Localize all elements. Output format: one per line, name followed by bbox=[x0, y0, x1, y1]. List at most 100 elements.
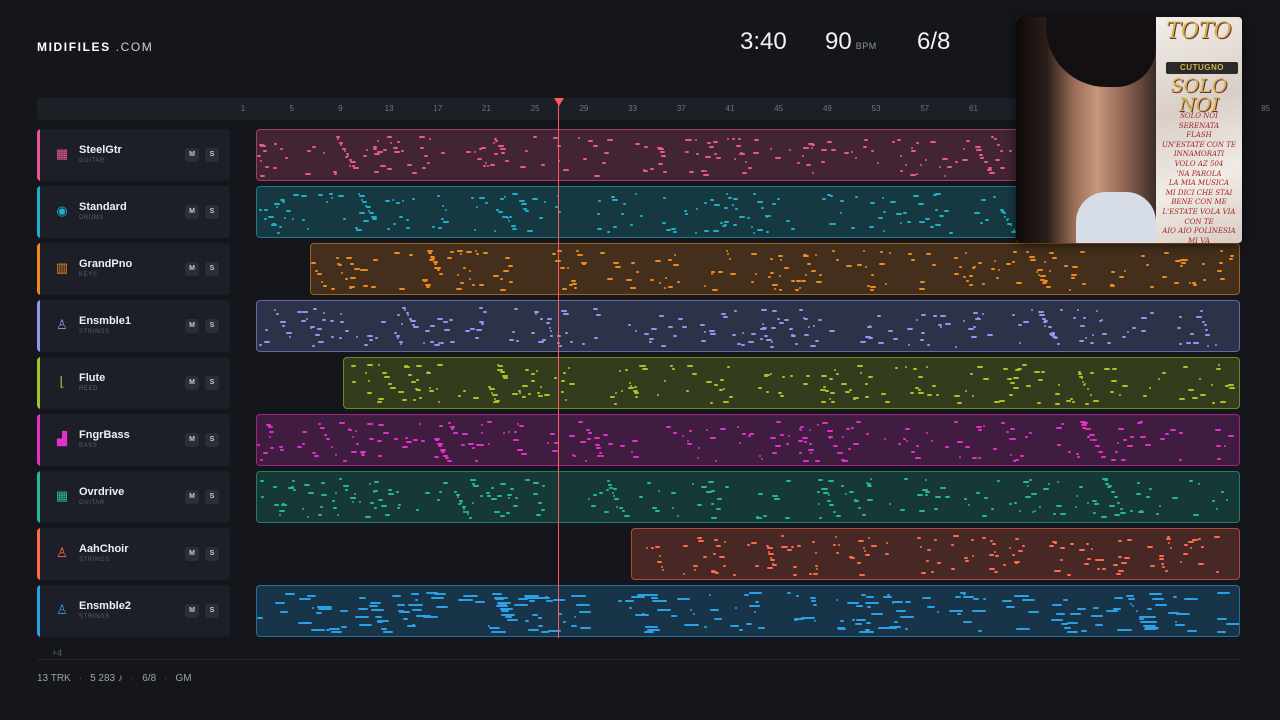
midi-note bbox=[332, 500, 335, 502]
midi-note bbox=[331, 288, 335, 290]
track-header-standard[interactable]: ◉ Standard DRUMS M S bbox=[37, 186, 230, 238]
track-header-ovrdrive[interactable]: ▦ Ovrdrive GUITAR M S bbox=[37, 471, 230, 523]
mute-button[interactable]: M bbox=[185, 319, 199, 333]
midi-note bbox=[574, 616, 576, 618]
midi-note bbox=[1183, 259, 1188, 261]
midi-note bbox=[335, 492, 337, 494]
mute-button[interactable]: M bbox=[185, 490, 199, 504]
midi-note bbox=[815, 254, 817, 256]
track-header-grandpno[interactable]: ▥ GrandPno KEYS M S bbox=[37, 243, 230, 295]
midi-note bbox=[1102, 478, 1108, 480]
cover-song-title: MI DICI CHE STAI bbox=[1165, 188, 1233, 197]
midi-note bbox=[260, 175, 265, 177]
clip-ovrdrive[interactable] bbox=[256, 471, 1240, 523]
playhead-handle[interactable] bbox=[554, 98, 564, 106]
solo-button[interactable]: S bbox=[205, 262, 219, 276]
midi-note bbox=[727, 253, 729, 255]
solo-button[interactable]: S bbox=[205, 319, 219, 333]
cover-song-title: L'ESTATE VOLA VIA bbox=[1162, 207, 1236, 216]
midi-note bbox=[346, 257, 352, 259]
more-tracks-indicator[interactable]: +4 bbox=[52, 648, 62, 658]
solo-button[interactable]: S bbox=[205, 490, 219, 504]
midi-note bbox=[963, 148, 965, 150]
clip-ensmble1[interactable] bbox=[256, 300, 1240, 352]
track-category: STRINGS bbox=[79, 329, 110, 335]
solo-button[interactable]: S bbox=[205, 205, 219, 219]
midi-note bbox=[1010, 428, 1015, 430]
midi-note bbox=[787, 549, 792, 551]
track-name: Ensmble1 bbox=[79, 315, 131, 327]
midi-note bbox=[723, 388, 725, 390]
midi-note bbox=[1029, 432, 1032, 434]
midi-note bbox=[655, 260, 661, 262]
midi-note bbox=[785, 517, 790, 519]
midi-note bbox=[975, 318, 981, 320]
midi-note bbox=[1104, 368, 1110, 370]
mute-button[interactable]: M bbox=[185, 148, 199, 162]
track-header-fngrbass[interactable]: ▟ FngrBass BASS M S bbox=[37, 414, 230, 466]
mute-button[interactable]: M bbox=[185, 604, 199, 618]
midi-note bbox=[307, 595, 316, 597]
track-header-flute[interactable]: ⌊ Flute REED M S bbox=[37, 357, 230, 409]
solo-button[interactable]: S bbox=[205, 604, 219, 618]
midi-note bbox=[503, 270, 509, 272]
mute-button[interactable]: M bbox=[185, 262, 199, 276]
ruler-tick: 5 bbox=[289, 104, 294, 113]
track-header-aahchoir[interactable]: ♙ AahChoir STRINGS M S bbox=[37, 528, 230, 580]
midi-note bbox=[312, 607, 314, 609]
track-color-stripe bbox=[37, 186, 40, 238]
solo-button[interactable]: S bbox=[205, 148, 219, 162]
midi-note bbox=[672, 368, 675, 370]
midi-note bbox=[890, 201, 896, 203]
mute-button[interactable]: M bbox=[185, 547, 199, 561]
track-category: STRINGS bbox=[79, 557, 110, 563]
midi-note bbox=[833, 511, 836, 513]
midi-note bbox=[302, 431, 307, 433]
midi-note bbox=[754, 139, 759, 141]
playhead-line[interactable] bbox=[558, 104, 559, 638]
midi-note bbox=[315, 334, 320, 336]
midi-note bbox=[498, 604, 507, 606]
midi-note bbox=[544, 201, 546, 203]
track-header-ensmble1[interactable]: ♙ Ensmble1 STRINGS M S bbox=[37, 300, 230, 352]
clip-flute[interactable] bbox=[343, 357, 1240, 409]
midi-note bbox=[549, 327, 551, 329]
clip-ensmble2[interactable] bbox=[256, 585, 1240, 637]
clip-fngrbass[interactable] bbox=[256, 414, 1240, 466]
midi-note bbox=[714, 384, 718, 386]
midi-note bbox=[1217, 458, 1221, 460]
midi-note bbox=[479, 148, 482, 150]
site-logo[interactable]: MIDIFILES .COM bbox=[37, 40, 153, 54]
midi-note bbox=[973, 312, 978, 314]
mute-button[interactable]: M bbox=[185, 433, 199, 447]
midi-note bbox=[953, 535, 959, 537]
midi-note bbox=[277, 232, 280, 234]
midi-note bbox=[331, 197, 333, 199]
midi-note bbox=[969, 275, 973, 277]
midi-note bbox=[870, 478, 872, 480]
midi-note bbox=[630, 224, 633, 226]
clip-aahchoir[interactable] bbox=[631, 528, 1240, 580]
clip-grandpno[interactable] bbox=[310, 243, 1240, 295]
midi-note bbox=[1009, 503, 1012, 505]
midi-note bbox=[1109, 505, 1115, 507]
midi-note bbox=[741, 344, 745, 346]
midi-note bbox=[520, 166, 526, 168]
midi-note bbox=[922, 597, 931, 599]
midi-note bbox=[663, 197, 666, 199]
midi-note bbox=[335, 454, 337, 456]
midi-note bbox=[469, 278, 471, 280]
midi-note bbox=[1188, 541, 1194, 543]
midi-note bbox=[1149, 488, 1152, 490]
solo-button[interactable]: S bbox=[205, 433, 219, 447]
solo-button[interactable]: S bbox=[205, 376, 219, 390]
solo-button[interactable]: S bbox=[205, 547, 219, 561]
midi-note bbox=[509, 339, 514, 341]
mute-button[interactable]: M bbox=[185, 205, 199, 219]
track-header-ensmble2[interactable]: ♙ Ensmble2 STRINGS M S bbox=[37, 585, 230, 637]
midi-note bbox=[545, 596, 548, 598]
mute-button[interactable]: M bbox=[185, 376, 199, 390]
midi-note bbox=[710, 609, 719, 611]
track-header-steelgtr[interactable]: ▦ SteelGtr GUITAR M S bbox=[37, 129, 230, 181]
midi-note bbox=[1118, 570, 1124, 572]
